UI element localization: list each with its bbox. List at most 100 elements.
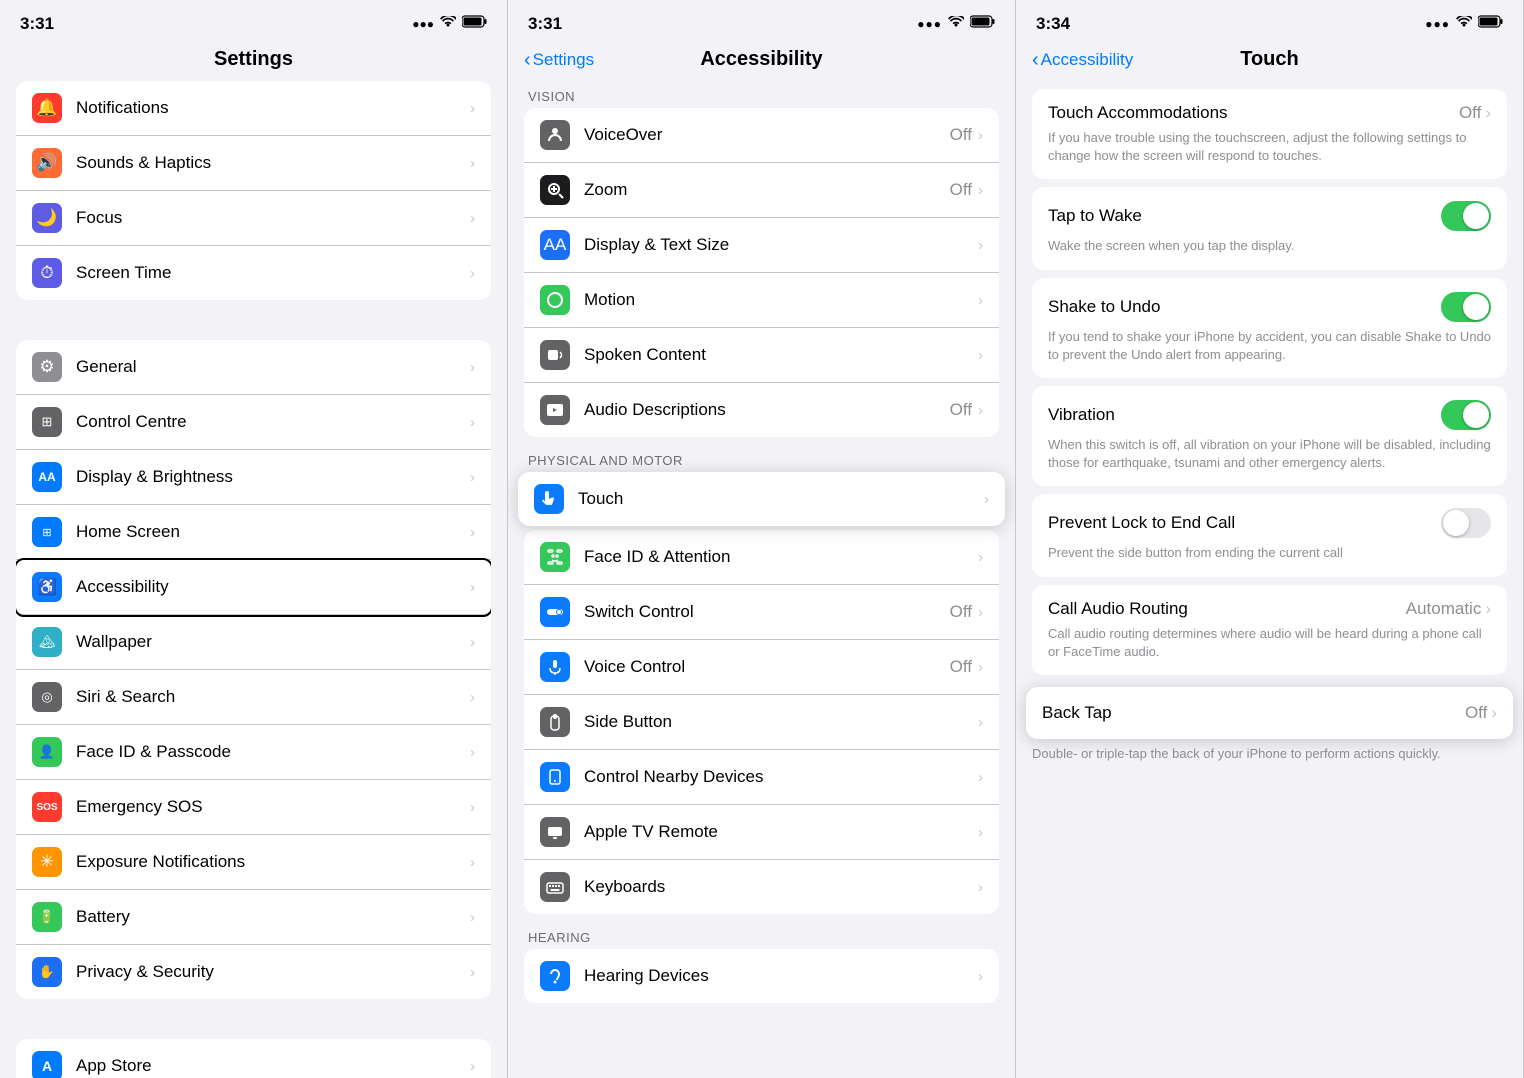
audio-desc-value: Off [950, 400, 972, 420]
touch-accommodations-row[interactable]: Touch Accommodations Off › If you have t… [1032, 89, 1507, 179]
prevent-lock-toggle[interactable] [1441, 508, 1491, 538]
display-text-icon: AA [540, 230, 570, 260]
nav-bar-2: ‹ Settings Accessibility [508, 40, 1015, 81]
touch-item[interactable]: Touch › [518, 472, 1005, 526]
settings-item-notifications[interactable]: 🔔 Notifications › [16, 81, 491, 136]
focus-label: Focus [76, 208, 470, 228]
settings-scroll[interactable]: 🔔 Notifications › 🔊 Sounds & Haptics › 🌙… [0, 81, 507, 1078]
hearing-item[interactable]: Hearing Devices › [524, 949, 999, 1003]
wallpaper-icon: 🏔 [32, 627, 62, 657]
settings-item-home-screen[interactable]: ⊞ Home Screen › [16, 505, 491, 560]
display-brightness-icon: AA [32, 462, 62, 492]
faceid-att-item[interactable]: Face ID & Attention › [524, 530, 999, 585]
tap-wake-toggle[interactable] [1441, 201, 1491, 231]
settings-section-3: A App Store › [0, 1039, 507, 1078]
touch-back-button[interactable]: ‹ Accessibility [1032, 50, 1133, 70]
back-tap-row[interactable]: Back Tap Off › [1026, 687, 1513, 739]
shake-undo-toggle[interactable] [1441, 292, 1491, 322]
faceid-icon: 👤 [32, 737, 62, 767]
vibration-toggle[interactable] [1441, 400, 1491, 430]
zoom-item[interactable]: Zoom Off › [524, 163, 999, 218]
settings-item-general[interactable]: ⚙ General › [16, 340, 491, 395]
focus-icon: 🌙 [32, 203, 62, 233]
voiceover-item[interactable]: VoiceOver Off › [524, 108, 999, 163]
keyboards-item[interactable]: Keyboards › [524, 860, 999, 914]
screen-time-label: Screen Time [76, 263, 470, 283]
notifications-label: Notifications [76, 98, 470, 118]
nearby-label: Control Nearby Devices [584, 767, 978, 787]
separator-2 [0, 1007, 507, 1039]
keyboards-icon [540, 872, 570, 902]
settings-item-screen-time[interactable]: ⏱ Screen Time › [16, 246, 491, 300]
signal-icon-2: ●●● [917, 17, 942, 31]
touch-acc-chevron: › [1485, 103, 1491, 123]
vision-list: VoiceOver Off › Zoom Off › AA Display & … [524, 108, 999, 437]
settings-title: Settings [214, 48, 293, 71]
siri-chevron: › [470, 689, 475, 706]
tap-wake-title: Tap to Wake [1048, 206, 1142, 226]
battery-icon-2 [970, 15, 995, 33]
settings-item-sounds[interactable]: 🔊 Sounds & Haptics › [16, 136, 491, 191]
general-chevron: › [470, 359, 475, 376]
settings-item-battery[interactable]: 🔋 Battery › [16, 890, 491, 945]
wifi-icon-3 [1456, 15, 1472, 33]
settings-item-siri[interactable]: ◎ Siri & Search › [16, 670, 491, 725]
settings-item-control-centre[interactable]: ⊞ Control Centre › [16, 395, 491, 450]
exposure-icon: ✳ [32, 847, 62, 877]
touch-icon [534, 484, 564, 514]
accessibility-back-button[interactable]: ‹ Settings [524, 50, 594, 70]
switch-label: Switch Control [584, 602, 950, 622]
settings-item-wallpaper[interactable]: 🏔 Wallpaper › [16, 615, 491, 670]
zoom-value: Off [950, 180, 972, 200]
switch-item[interactable]: Switch Control Off › [524, 585, 999, 640]
accessibility-icon: ♿ [32, 572, 62, 602]
appstore-label: App Store [76, 1056, 470, 1076]
keyboards-label: Keyboards [584, 877, 978, 897]
side-btn-item[interactable]: Side Button › [524, 695, 999, 750]
settings-item-appstore[interactable]: A App Store › [16, 1039, 491, 1078]
accessibility-chevron: › [470, 579, 475, 596]
call-audio-row[interactable]: Call Audio Routing Automatic › Call audi… [1032, 585, 1507, 675]
control-centre-chevron: › [470, 414, 475, 431]
side-btn-icon [540, 707, 570, 737]
appletv-item[interactable]: Apple TV Remote › [524, 805, 999, 860]
call-audio-title: Call Audio Routing [1048, 599, 1188, 619]
touch-label: Touch [578, 489, 984, 509]
sounds-chevron: › [470, 155, 475, 172]
settings-item-display[interactable]: AA Display & Brightness › [16, 450, 491, 505]
appstore-icon: A [32, 1051, 62, 1078]
hearing-chevron: › [978, 968, 983, 985]
settings-section-1: 🔔 Notifications › 🔊 Sounds & Haptics › 🌙… [0, 81, 507, 300]
settings-item-exposure[interactable]: ✳ Exposure Notifications › [16, 835, 491, 890]
prevent-lock-row: Prevent Lock to End Call Prevent the sid… [1032, 494, 1507, 576]
control-centre-label: Control Centre [76, 412, 470, 432]
motion-item[interactable]: Motion › [524, 273, 999, 328]
motion-chevron: › [978, 292, 983, 309]
privacy-chevron: › [470, 964, 475, 981]
status-bar-1: 3:31 ●●● [0, 0, 507, 40]
settings-panel: 3:31 ●●● Settings 🔔 Notifications › [0, 0, 508, 1078]
side-btn-chevron: › [978, 714, 983, 731]
voice-ctrl-item[interactable]: Voice Control Off › [524, 640, 999, 695]
settings-section-2: ⚙ General › ⊞ Control Centre › AA Displa… [0, 340, 507, 999]
vibration-title: Vibration [1048, 405, 1115, 425]
audio-desc-item[interactable]: Audio Descriptions Off › [524, 383, 999, 437]
accessibility-scroll[interactable]: VISION VoiceOver Off › Zoom Off › [508, 81, 1015, 1078]
sounds-label: Sounds & Haptics [76, 153, 470, 173]
back-tap-value: Off [1465, 703, 1487, 723]
emergency-icon: SOS [32, 792, 62, 822]
display-text-item[interactable]: AA Display & Text Size › [524, 218, 999, 273]
settings-item-focus[interactable]: 🌙 Focus › [16, 191, 491, 246]
settings-item-accessibility[interactable]: ♿ Accessibility › [16, 560, 491, 615]
touch-scroll[interactable]: Touch Accommodations Off › If you have t… [1016, 81, 1523, 1078]
settings-item-emergency[interactable]: SOS Emergency SOS › [16, 780, 491, 835]
physical-section: PHYSICAL AND MOTOR Touch › Face ID & Att… [508, 445, 1015, 914]
settings-item-privacy[interactable]: ✋ Privacy & Security › [16, 945, 491, 999]
nearby-item[interactable]: Control Nearby Devices › [524, 750, 999, 805]
status-time-3: 3:34 [1036, 14, 1070, 34]
spoken-chevron: › [978, 347, 983, 364]
privacy-label: Privacy & Security [76, 962, 470, 982]
settings-item-faceid[interactable]: 👤 Face ID & Passcode › [16, 725, 491, 780]
motion-label: Motion [584, 290, 978, 310]
spoken-item[interactable]: Spoken Content › [524, 328, 999, 383]
